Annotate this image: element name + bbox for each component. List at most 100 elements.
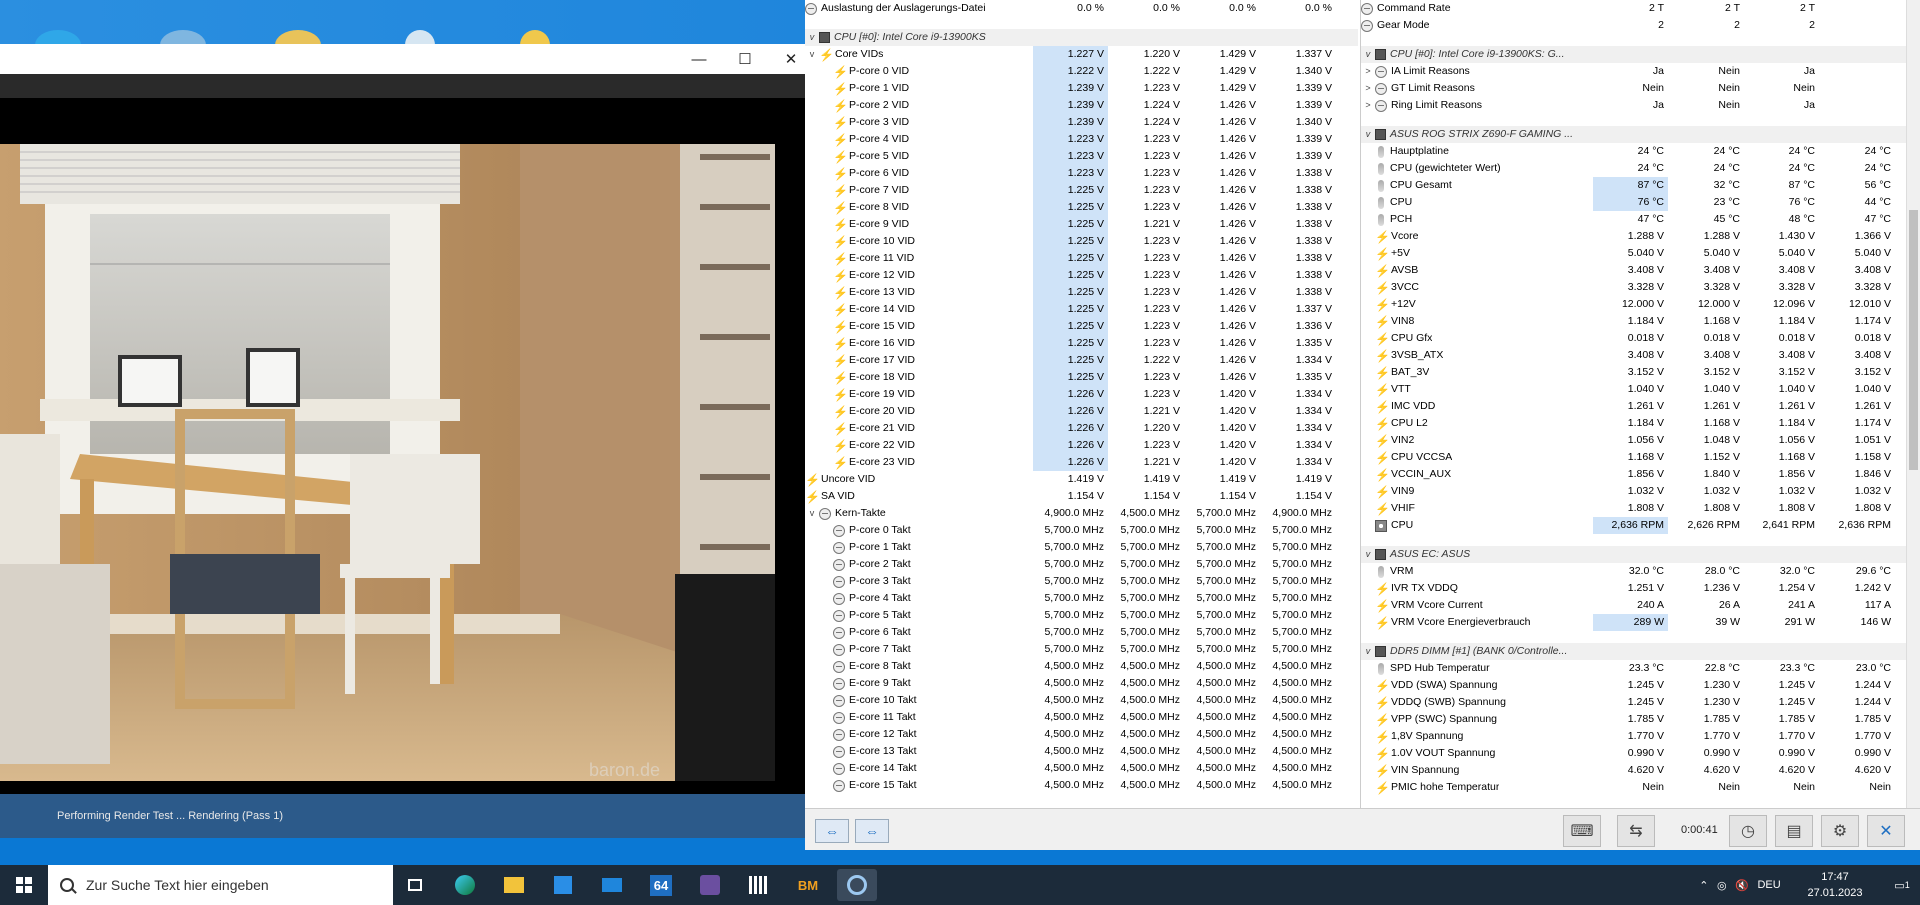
- sensor-row[interactable]: E-core 12 Takt 4,500.0 MHz 4,500.0 MHz 4,50…: [805, 726, 1358, 743]
- sensor-grid-left[interactable]: Auslastung der Auslagerungs-Datei 0.0 % 0.…: [805, 0, 1358, 808]
- settings-gear-icon[interactable]: ⚙: [1821, 815, 1859, 847]
- benchmate-icon[interactable]: BM: [788, 869, 828, 901]
- sensor-row[interactable]: ⚡ CPU Gfx 0.018 V 0.018 V 0.018 V 0.018 V: [1361, 330, 1918, 347]
- collapse-chevron-icon[interactable]: v: [1361, 126, 1375, 143]
- sensor-row[interactable]: ⚡ IVR TX VDDQ 1.251 V 1.236 V 1.254 V 1.242 V: [1361, 580, 1918, 597]
- collapse-chevron-icon[interactable]: v: [805, 29, 819, 46]
- sensor-row[interactable]: ⚡ P-core 5 VID 1.223 V 1.223 V 1.426 V 1.339 …: [805, 148, 1358, 165]
- sensor-row[interactable]: E-core 11 Takt 4,500.0 MHz 4,500.0 MHz 4,50…: [805, 709, 1358, 726]
- expand-chevron-icon[interactable]: >: [1361, 63, 1375, 80]
- sensor-row[interactable]: ⚡ VIN9 1.032 V 1.032 V 1.032 V 1.032 V: [1361, 483, 1918, 500]
- network-icon[interactable]: ⌨: [1563, 815, 1601, 847]
- sensor-row[interactable]: ⚡ VHIF 1.808 V 1.808 V 1.808 V 1.808 V: [1361, 500, 1918, 517]
- sensor-row[interactable]: CPU Gesamt 87 °C 32 °C 87 °C 56 °C: [1361, 177, 1918, 194]
- sensor-row[interactable]: ⚡ VIN Spannung 4.620 V 4.620 V 4.620 V 4.620 …: [1361, 762, 1918, 779]
- sensor-row[interactable]: ⚡ PMIC hohe Temperatur Nein Nein Nein Nein: [1361, 779, 1918, 796]
- sensor-row[interactable]: P-core 5 Takt 5,700.0 MHz 5,700.0 MHz 5,700…: [805, 607, 1358, 624]
- sensor-row[interactable]: ⚡ E-core 8 VID 1.225 V 1.223 V 1.426 V 1.338 …: [805, 199, 1358, 216]
- sensor-row[interactable]: Hauptplatine 24 °C 24 °C 24 °C 24 °C: [1361, 143, 1918, 160]
- taskbar-clock[interactable]: 17:47 27.01.2023: [1790, 869, 1880, 901]
- sensor-row[interactable]: ⚡ E-core 10 VID 1.225 V 1.223 V 1.426 V 1.338…: [805, 233, 1358, 250]
- sensor-row[interactable]: Command Rate 2 T 2 T 2 T: [1361, 0, 1918, 17]
- nav-left-button[interactable]: ⇔: [815, 819, 849, 843]
- sensor-row[interactable]: CPU 76 °C 23 °C 76 °C 44 °C: [1361, 194, 1918, 211]
- sensor-row[interactable]: ⚡ VIN2 1.056 V 1.048 V 1.056 V 1.051 V: [1361, 432, 1918, 449]
- layout-icon[interactable]: ⇆: [1617, 815, 1655, 847]
- sensor-row[interactable]: ⚡ E-core 17 VID 1.225 V 1.222 V 1.426 V 1.334…: [805, 352, 1358, 369]
- sensor-row[interactable]: ⚡ VCCIN_AUX 1.856 V 1.840 V 1.856 V 1.846 V: [1361, 466, 1918, 483]
- sensor-row[interactable]: > Ring Limit Reasons Ja Nein Ja: [1361, 97, 1918, 114]
- sensor-row[interactable]: ⚡ CPU L2 1.184 V 1.168 V 1.184 V 1.174 V: [1361, 415, 1918, 432]
- start-button[interactable]: [0, 865, 48, 905]
- sensor-row[interactable]: ⚡ E-core 11 VID 1.225 V 1.223 V 1.426 V 1.338…: [805, 250, 1358, 267]
- sensor-row[interactable]: ⚡ E-core 20 VID 1.226 V 1.221 V 1.420 V 1.334…: [805, 403, 1358, 420]
- cinebench-icon[interactable]: [837, 869, 877, 901]
- sensor-row[interactable]: CPU (gewichteter Wert) 24 °C 24 °C 24 °C 24 …: [1361, 160, 1918, 177]
- scrollbar-thumb[interactable]: [1909, 210, 1918, 470]
- sensor-row[interactable]: P-core 6 Takt 5,700.0 MHz 5,700.0 MHz 5,700…: [805, 624, 1358, 641]
- expand-chevron-icon[interactable]: v: [805, 505, 819, 522]
- sensor-row[interactable]: P-core 0 Takt 5,700.0 MHz 5,700.0 MHz 5,700…: [805, 522, 1358, 539]
- network-globe-icon[interactable]: ◎: [1717, 879, 1727, 892]
- sensor-row[interactable]: P-core 2 Takt 5,700.0 MHz 5,700.0 MHz 5,700…: [805, 556, 1358, 573]
- notification-center[interactable]: ▭ 1: [1888, 865, 1916, 905]
- aida64-icon[interactable]: 64: [641, 869, 681, 901]
- render-titlebar[interactable]: — ☐ ✕: [0, 44, 814, 74]
- sensor-row[interactable]: PCH 47 °C 45 °C 48 °C 47 °C: [1361, 211, 1918, 228]
- sensor-group-header[interactable]: v DDR5 DIMM [#1] (BANK 0/Controlle...: [1361, 643, 1918, 660]
- sensor-row[interactable]: ⚡ P-core 2 VID 1.239 V 1.224 V 1.426 V 1.339 …: [805, 97, 1358, 114]
- sensor-row[interactable]: ⚡ IMC VDD 1.261 V 1.261 V 1.261 V 1.261 V: [1361, 398, 1918, 415]
- sensor-row[interactable]: ⚡ E-core 14 VID 1.225 V 1.223 V 1.426 V 1.337…: [805, 301, 1358, 318]
- sensor-row[interactable]: E-core 8 Takt 4,500.0 MHz 4,500.0 MHz 4,500…: [805, 658, 1358, 675]
- sensor-row[interactable]: ⚡ P-core 7 VID 1.225 V 1.223 V 1.426 V 1.338 …: [805, 182, 1358, 199]
- sensor-row[interactable]: E-core 10 Takt 4,500.0 MHz 4,500.0 MHz 4,50…: [805, 692, 1358, 709]
- sensor-row[interactable]: P-core 4 Takt 5,700.0 MHz 5,700.0 MHz 5,700…: [805, 590, 1358, 607]
- sensor-row[interactable]: ⚡ SA VID 1.154 V 1.154 V 1.154 V 1.154 V: [805, 488, 1358, 505]
- explorer-icon[interactable]: [494, 869, 534, 901]
- sensor-row[interactable]: ⚡ VRM Vcore Energieverbrauch 289 W 39 W 291 …: [1361, 614, 1918, 631]
- sensor-row[interactable]: ⚡ 1.0V VOUT Spannung 0.990 V 0.990 V 0.990 V…: [1361, 745, 1918, 762]
- sensor-row[interactable]: ⚡ VPP (SWC) Spannung 1.785 V 1.785 V 1.785 V…: [1361, 711, 1918, 728]
- sensor-row[interactable]: v Kern-Takte 4,900.0 MHz 4,500.0 MHz 5,700.0…: [805, 505, 1358, 522]
- sensor-row[interactable]: ⚡ CPU VCCSA 1.168 V 1.152 V 1.168 V 1.158 V: [1361, 449, 1918, 466]
- sensor-row[interactable]: ⚡ E-core 21 VID 1.226 V 1.220 V 1.420 V 1.334…: [805, 420, 1358, 437]
- sensor-row[interactable]: ⚡ E-core 12 VID 1.225 V 1.223 V 1.426 V 1.338…: [805, 267, 1358, 284]
- sensor-row[interactable]: ⚡ VRM Vcore Current 240 A 26 A 241 A 117 A: [1361, 597, 1918, 614]
- sensor-row[interactable]: Gear Mode 2 2 2: [1361, 17, 1918, 34]
- sensor-row[interactable]: ⚡ P-core 1 VID 1.239 V 1.223 V 1.429 V 1.339 …: [805, 80, 1358, 97]
- sensor-row[interactable]: ⚡ E-core 13 VID 1.225 V 1.223 V 1.426 V 1.338…: [805, 284, 1358, 301]
- sensor-row[interactable]: E-core 13 Takt 4,500.0 MHz 4,500.0 MHz 4,50…: [805, 743, 1358, 760]
- expand-chevron-icon[interactable]: v: [805, 46, 819, 63]
- minimize-button[interactable]: —: [676, 44, 722, 74]
- sensor-row[interactable]: ⚡ P-core 0 VID 1.222 V 1.222 V 1.429 V 1.340 …: [805, 63, 1358, 80]
- task-view-icon[interactable]: [395, 869, 435, 901]
- expand-chevron-icon[interactable]: >: [1361, 97, 1375, 114]
- sensor-row[interactable]: ⚡ BAT_3V 3.152 V 3.152 V 3.152 V 3.152 V: [1361, 364, 1918, 381]
- sensor-row[interactable]: ⚡ +5V 5.040 V 5.040 V 5.040 V 5.040 V: [1361, 245, 1918, 262]
- sensor-row[interactable]: CPU 2,636 RPM 2,626 RPM 2,641 RPM 2,636 RPM: [1361, 517, 1918, 534]
- collapse-chevron-icon[interactable]: v: [1361, 546, 1375, 563]
- sensor-row[interactable]: SPD Hub Temperatur 23.3 °C 22.8 °C 23.3 °C 2…: [1361, 660, 1918, 677]
- edge-icon[interactable]: [445, 869, 485, 901]
- sensor-row[interactable]: ⚡ E-core 15 VID 1.225 V 1.223 V 1.426 V 1.336…: [805, 318, 1358, 335]
- taskbar-search[interactable]: Zur Suche Text hier eingeben: [48, 865, 393, 905]
- sensor-row[interactable]: ⚡ Uncore VID 1.419 V 1.419 V 1.419 V 1.419 V: [805, 471, 1358, 488]
- sensor-group-header[interactable]: v ASUS EC: ASUS: [1361, 546, 1918, 563]
- sensor-row[interactable]: Auslastung der Auslagerungs-Datei 0.0 % 0.…: [805, 0, 1358, 17]
- sensor-row[interactable]: ⚡ 3VSB_ATX 3.408 V 3.408 V 3.408 V 3.408 V: [1361, 347, 1918, 364]
- sensor-row[interactable]: P-core 7 Takt 5,700.0 MHz 5,700.0 MHz 5,700…: [805, 641, 1358, 658]
- sensor-row[interactable]: > GT Limit Reasons Nein Nein Nein: [1361, 80, 1918, 97]
- hwinfo-icon[interactable]: [739, 869, 779, 901]
- tray-overflow-icon[interactable]: ⌃: [1699, 879, 1708, 892]
- sensor-row[interactable]: ⚡ AVSB 3.408 V 3.408 V 3.408 V 3.408 V: [1361, 262, 1918, 279]
- mail-icon[interactable]: [592, 869, 632, 901]
- sensor-row[interactable]: ⚡ VDDQ (SWB) Spannung 1.245 V 1.230 V 1.245 …: [1361, 694, 1918, 711]
- sensor-row[interactable]: ⚡ E-core 22 VID 1.226 V 1.223 V 1.420 V 1.334…: [805, 437, 1358, 454]
- sensor-group-header[interactable]: v ASUS ROG STRIX Z690-F GAMING ...: [1361, 126, 1918, 143]
- sensor-row[interactable]: P-core 1 Takt 5,700.0 MHz 5,700.0 MHz 5,700…: [805, 539, 1358, 556]
- sensor-row[interactable]: E-core 9 Takt 4,500.0 MHz 4,500.0 MHz 4,500…: [805, 675, 1358, 692]
- sensor-row[interactable]: ⚡ +12V 12.000 V 12.000 V 12.096 V 12.010 V: [1361, 296, 1918, 313]
- close-sensors-icon[interactable]: ✕: [1867, 815, 1905, 847]
- sensor-group-header[interactable]: v CPU [#0]: Intel Core i9-13900KS: [805, 29, 1358, 46]
- sensor-row[interactable]: ⚡ E-core 9 VID 1.225 V 1.221 V 1.426 V 1.338 …: [805, 216, 1358, 233]
